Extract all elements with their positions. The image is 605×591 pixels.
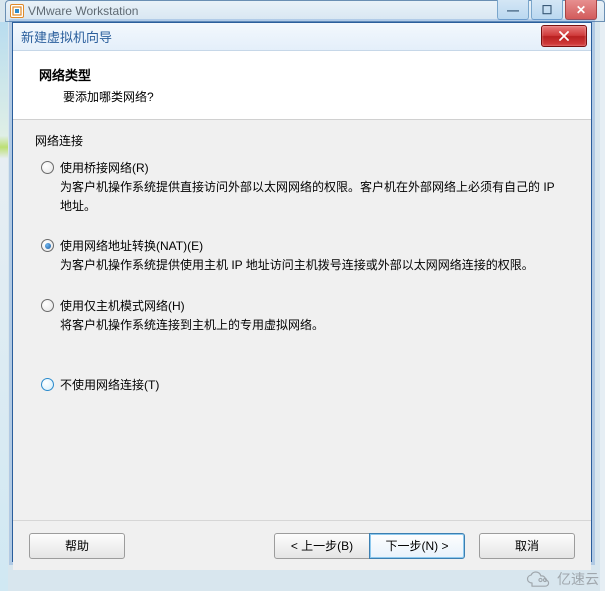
- wizard-body: 网络连接 使用桥接网络(R) 为客户机操作系统提供直接访问外部以太网网络的权限。…: [13, 120, 591, 520]
- next-button[interactable]: 下一步(N) >: [369, 533, 465, 559]
- radio-label: 使用网络地址转换(NAT)(E): [60, 237, 569, 254]
- radio-desc: 将客户机操作系统连接到主机上的专用虚拟网络。: [60, 316, 569, 335]
- radio-icon: [41, 161, 54, 174]
- radio-option-hostonly[interactable]: 使用仅主机模式网络(H) 将客户机操作系统连接到主机上的专用虚拟网络。: [41, 297, 569, 335]
- cloud-icon: [525, 571, 553, 587]
- watermark: 亿速云: [525, 569, 599, 589]
- background-sliver-left: [0, 22, 8, 591]
- cancel-button[interactable]: 取消: [479, 533, 575, 559]
- watermark-text: 亿速云: [557, 569, 599, 589]
- parent-window-title: VMware Workstation: [28, 4, 138, 18]
- wizard-header: 网络类型 要添加哪类网络?: [13, 51, 591, 120]
- radio-label: 使用仅主机模式网络(H): [60, 297, 569, 314]
- parent-minimize-button[interactable]: —: [497, 0, 529, 20]
- wizard-footer: 帮助 < 上一步(B) 下一步(N) > 取消: [13, 520, 591, 570]
- parent-maximize-button[interactable]: ☐: [531, 0, 563, 20]
- radio-option-nat[interactable]: 使用网络地址转换(NAT)(E) 为客户机操作系统提供使用主机 IP 地址访问主…: [41, 237, 569, 275]
- parent-close-button[interactable]: ✕: [565, 0, 597, 20]
- wizard-close-button[interactable]: [541, 25, 587, 47]
- parent-window-controls: — ☐ ✕: [495, 0, 597, 20]
- nav-button-group: < 上一步(B) 下一步(N) >: [274, 533, 465, 559]
- radio-icon: [41, 239, 54, 252]
- background-sliver-right: [600, 22, 605, 591]
- radio-label: 不使用网络连接(T): [60, 376, 569, 393]
- wizard-dialog: 新建虚拟机向导 网络类型 要添加哪类网络? 网络连接 使用桥接网络(R) 为客户…: [12, 22, 592, 562]
- group-label-network: 网络连接: [35, 132, 569, 149]
- back-button[interactable]: < 上一步(B): [274, 533, 370, 559]
- wizard-titlebar[interactable]: 新建虚拟机向导: [13, 23, 591, 51]
- radio-desc: 为客户机操作系统提供使用主机 IP 地址访问主机拨号连接或外部以太网网络连接的权…: [60, 256, 569, 275]
- radio-label: 使用桥接网络(R): [60, 159, 569, 176]
- radio-icon: [41, 299, 54, 312]
- vmware-app-icon: [10, 4, 24, 18]
- radio-option-nonet[interactable]: 不使用网络连接(T): [41, 376, 569, 393]
- wizard-header-title: 网络类型: [39, 65, 565, 84]
- radio-desc: 为客户机操作系统提供直接访问外部以太网网络的权限。客户机在外部网络上必须有自己的…: [60, 178, 569, 215]
- wizard-title: 新建虚拟机向导: [21, 27, 112, 46]
- radio-icon: [41, 378, 54, 391]
- help-button[interactable]: 帮助: [29, 533, 125, 559]
- wizard-header-subtitle: 要添加哪类网络?: [63, 88, 565, 105]
- radio-option-bridged[interactable]: 使用桥接网络(R) 为客户机操作系统提供直接访问外部以太网网络的权限。客户机在外…: [41, 159, 569, 215]
